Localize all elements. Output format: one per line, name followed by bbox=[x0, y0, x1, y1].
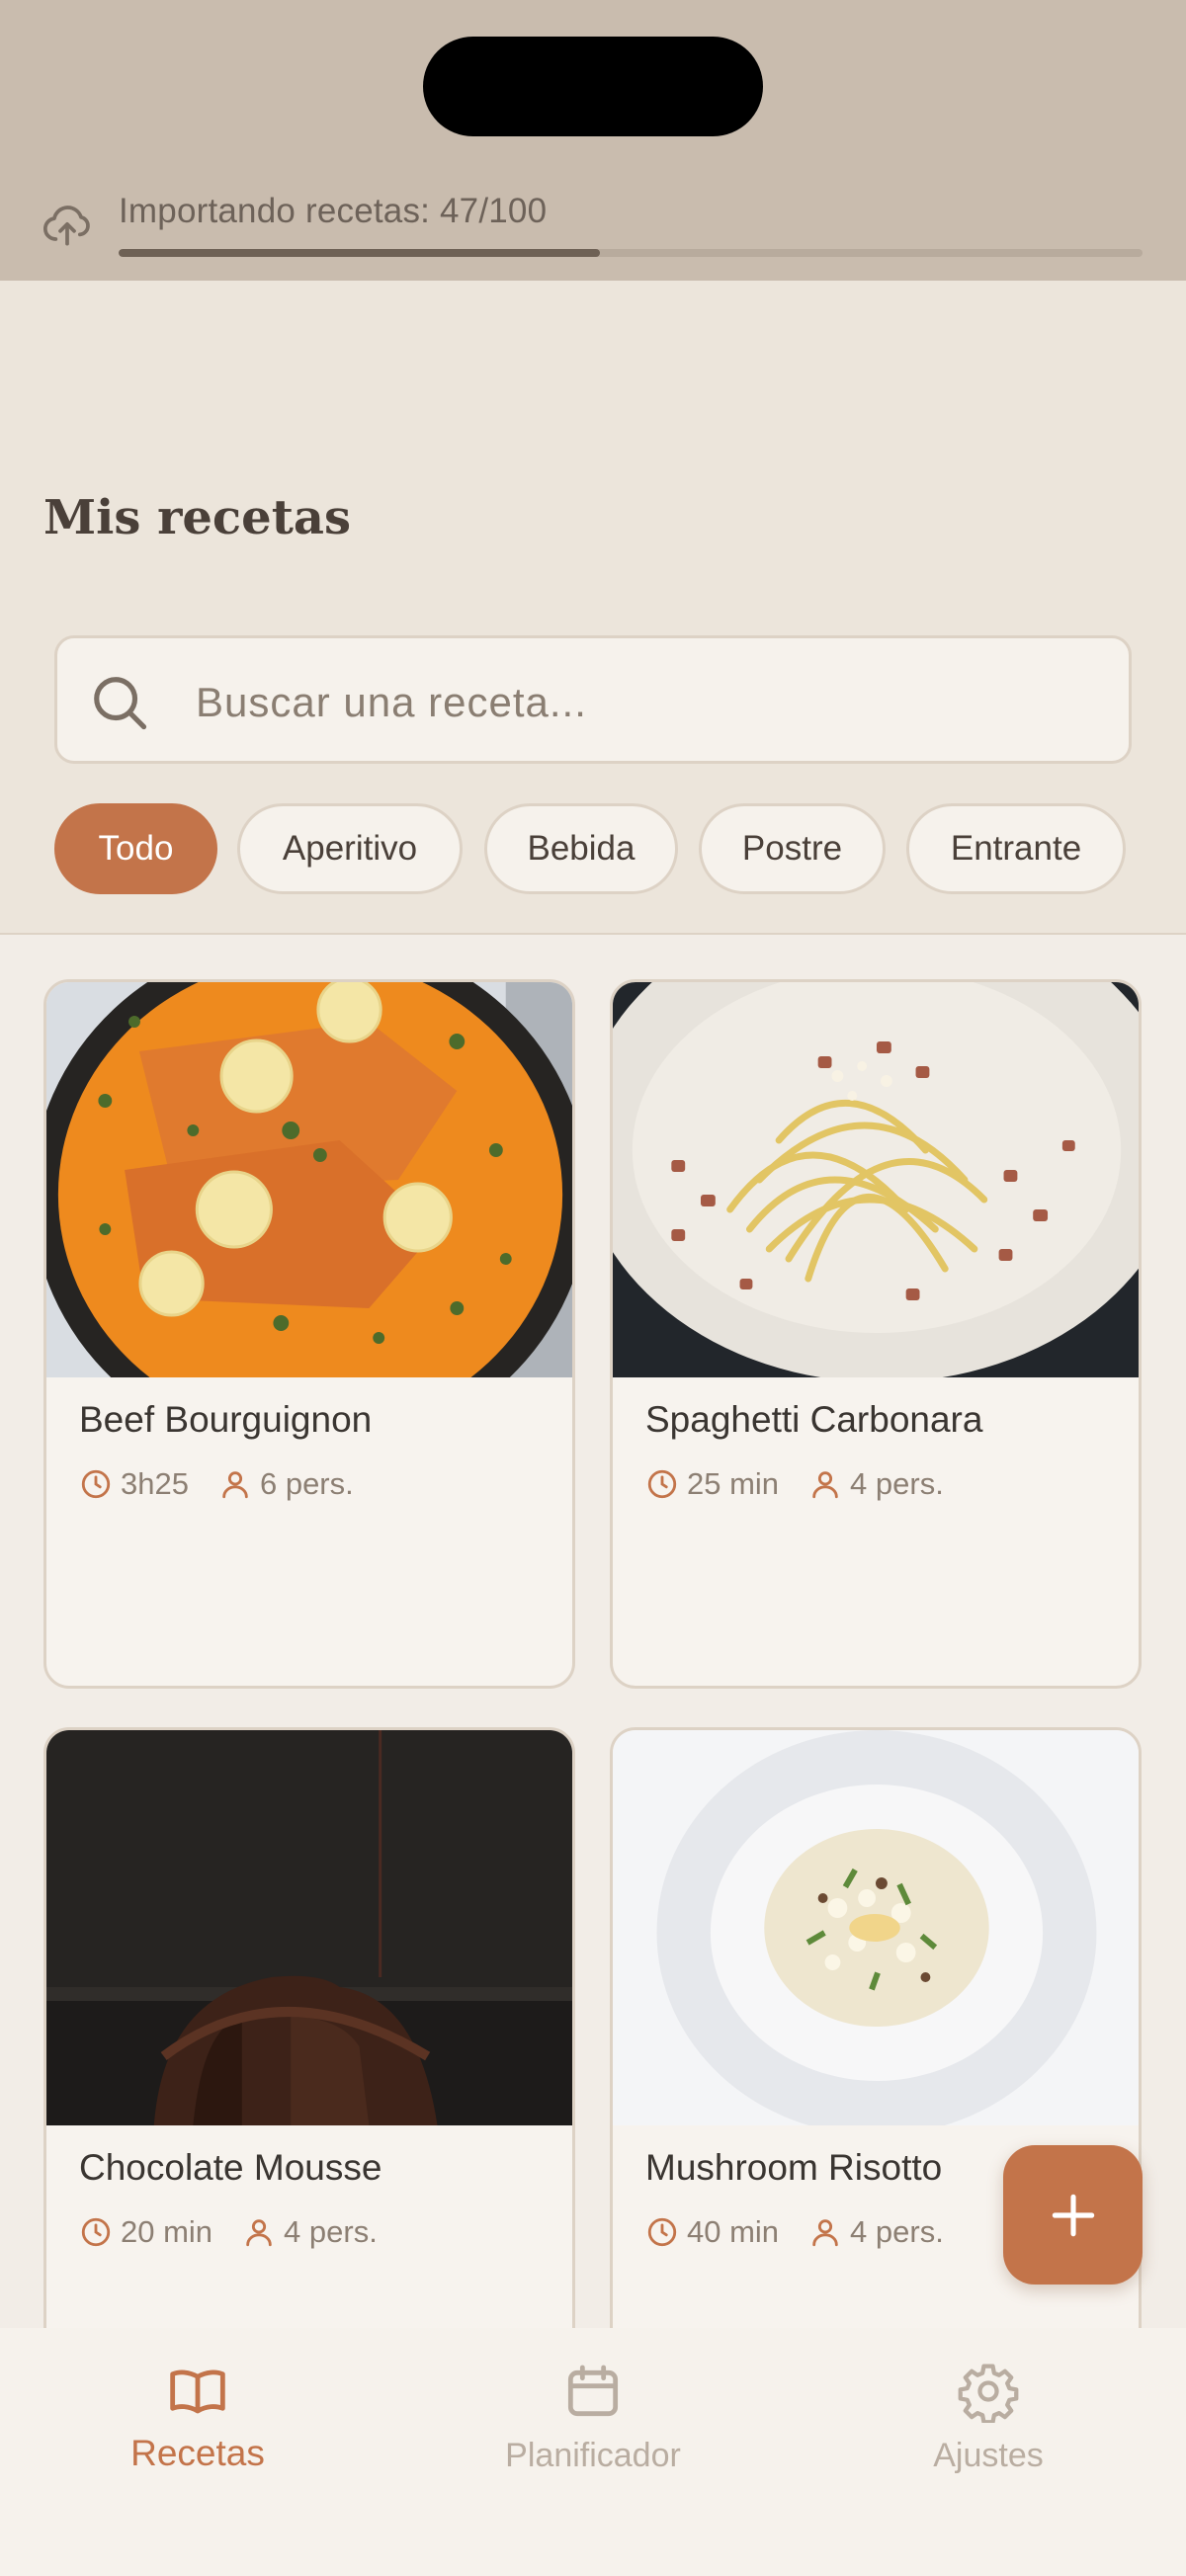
recipe-servings: 4 pers. bbox=[284, 2214, 378, 2249]
add-recipe-button[interactable] bbox=[1003, 2145, 1143, 2285]
recipe-time: 3h25 bbox=[121, 1466, 189, 1501]
person-icon bbox=[246, 2219, 272, 2247]
recipe-meta: 40 min 4 pers. bbox=[645, 2212, 944, 2252]
gear-icon bbox=[958, 2364, 1019, 2423]
person-icon bbox=[222, 1471, 248, 1499]
recipe-image[interactable] bbox=[613, 982, 1139, 1377]
person-icon bbox=[812, 2219, 838, 2247]
filter-chip-postre[interactable]: Postre bbox=[699, 803, 886, 894]
recipe-time: 20 min bbox=[121, 2214, 213, 2249]
person-icon bbox=[812, 1471, 838, 1499]
recipe-title: Chocolate Mousse bbox=[79, 2147, 382, 2188]
recipe-card[interactable]: Beef Bourguignon 3h25 6 pers. bbox=[43, 979, 575, 1689]
clock-icon bbox=[647, 1469, 677, 1499]
recipe-meta: 3h25 6 pers. bbox=[79, 1464, 354, 1504]
nav-label-recetas: Recetas bbox=[130, 2433, 265, 2473]
nav-item-recetas[interactable]: Recetas bbox=[49, 2350, 346, 2498]
recipe-meta: 20 min 4 pers. bbox=[79, 2212, 378, 2252]
search-input[interactable] bbox=[196, 668, 1085, 737]
recipe-time: 40 min bbox=[687, 2214, 780, 2249]
calendar-icon bbox=[567, 2365, 619, 2417]
recipe-card[interactable]: Spaghetti Carbonara 25 min 4 pers. bbox=[610, 979, 1142, 1689]
nav-label-ajustes: Ajustes bbox=[933, 2437, 1044, 2474]
recipe-servings: 4 pers. bbox=[850, 2214, 944, 2249]
filter-chip-entrante[interactable]: Entrante bbox=[906, 803, 1126, 894]
import-progress-bar bbox=[119, 249, 1143, 257]
recipe-servings: 6 pers. bbox=[259, 1466, 354, 1501]
import-status-text: Importando recetas: 47/100 bbox=[119, 192, 548, 230]
nav-item-ajustes[interactable]: Ajustes bbox=[840, 2350, 1137, 2498]
recipe-title: Beef Bourguignon bbox=[79, 1399, 373, 1440]
clock-icon bbox=[81, 1469, 111, 1499]
recipe-image[interactable] bbox=[46, 1730, 572, 2125]
search-icon bbox=[94, 677, 147, 730]
clock-icon bbox=[647, 2217, 677, 2247]
clock-icon bbox=[81, 2217, 111, 2247]
recipe-title: Mushroom Risotto bbox=[645, 2147, 943, 2188]
filter-chip-todo[interactable]: Todo bbox=[54, 803, 217, 894]
recipe-time: 25 min bbox=[687, 1466, 780, 1501]
recipe-title: Spaghetti Carbonara bbox=[645, 1399, 983, 1440]
filter-chip-aperitivo[interactable]: Aperitivo bbox=[237, 803, 463, 894]
search-box[interactable] bbox=[54, 635, 1132, 764]
recipe-image[interactable] bbox=[613, 1730, 1139, 2125]
plus-icon bbox=[1052, 2194, 1094, 2236]
recipe-meta: 25 min 4 pers. bbox=[645, 1464, 944, 1504]
book-open-icon bbox=[170, 2369, 225, 2414]
bottom-navigation: Recetas Planificador Ajustes bbox=[0, 2328, 1186, 2576]
filter-chip-bebida[interactable]: Bebida bbox=[484, 803, 678, 894]
nav-item-planificador[interactable]: Planificador bbox=[445, 2350, 741, 2498]
nav-label-planificador: Planificador bbox=[505, 2437, 681, 2474]
import-status-bar: Importando recetas: 47/100 bbox=[0, 0, 1186, 281]
recipe-servings: 4 pers. bbox=[850, 1466, 944, 1501]
cloud-upload-icon bbox=[42, 206, 90, 246]
recipe-image[interactable] bbox=[46, 982, 572, 1377]
import-progress-fill bbox=[119, 249, 600, 257]
dynamic-island bbox=[423, 37, 763, 136]
page-title: Mis recetas bbox=[43, 490, 351, 545]
